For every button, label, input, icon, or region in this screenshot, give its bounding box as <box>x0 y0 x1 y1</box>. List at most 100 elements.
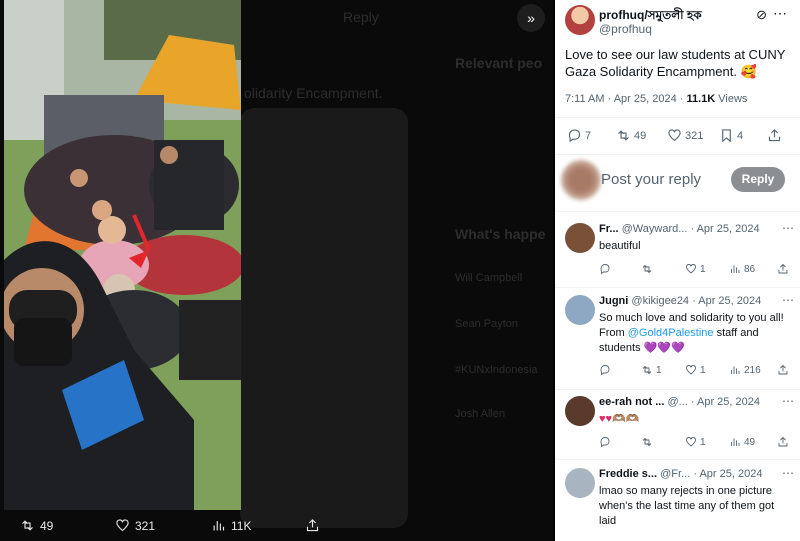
media-views-count: 11K <box>231 518 252 533</box>
like-action-button[interactable]: 1 <box>685 263 706 275</box>
bg-image-placeholder <box>240 108 408 528</box>
share-action-button[interactable] <box>767 128 782 143</box>
divider <box>555 389 800 390</box>
views-chart-icon <box>213 521 225 531</box>
current-user-avatar <box>561 160 601 200</box>
reply-text: lmao so many rejects in one picture when… <box>599 485 775 527</box>
reply-text: beautiful <box>599 240 641 252</box>
media-share-button[interactable] <box>305 518 320 533</box>
divider <box>555 459 800 460</box>
reply-author-handle[interactable]: @... <box>667 396 687 408</box>
reply-composer: Post your reply Reply <box>555 157 800 202</box>
more-options-icon[interactable]: ⋯ <box>782 293 794 307</box>
encampment-photo[interactable] <box>4 0 241 510</box>
heart-icon <box>116 519 129 532</box>
reply-icon <box>600 437 610 448</box>
reply-text: So much love and solidarity to you all! … <box>599 311 794 356</box>
reply-date[interactable]: · Apr 25, 2024 <box>690 223 759 235</box>
reply-author-name[interactable]: Freddie s... <box>599 468 657 480</box>
tweet-views-count: 11.1K <box>686 93 716 105</box>
more-options-icon[interactable]: ⋯ <box>782 466 794 480</box>
divider <box>555 154 800 155</box>
reply-input[interactable]: Post your reply <box>601 171 701 188</box>
tweet-panel: profhuq/সমুতলী হক @profhuq ⊘ ⋯ Love to s… <box>555 0 800 541</box>
avatar[interactable] <box>565 295 595 325</box>
reply-item[interactable]: Freddie s... @Fr... · Apr 25, 2024 ⋯ lma… <box>555 463 800 541</box>
reply-item[interactable]: Fr... @Wayward... · Apr 25, 2024 ⋯ beaut… <box>555 218 800 288</box>
like-count: 1 <box>700 364 706 376</box>
heart-icon <box>686 264 696 274</box>
views-chart-icon <box>731 438 740 446</box>
retweet-action-button[interactable]: 1 <box>641 364 662 376</box>
bookmark-count: 4 <box>737 129 744 142</box>
more-options-icon[interactable]: ⋯ <box>773 5 787 22</box>
reply-action-button[interactable] <box>599 364 611 376</box>
share-icon <box>306 519 319 532</box>
media-retweet-button[interactable]: 49 <box>20 518 53 533</box>
views-count: 49 <box>744 436 756 448</box>
reply-action-button[interactable] <box>599 263 611 275</box>
mention-link[interactable]: @Gold4Palestine <box>628 327 714 339</box>
share-action-button[interactable] <box>777 436 789 448</box>
bg-trend-4: Josh Allen <box>455 408 506 420</box>
like-action-button[interactable]: 1 <box>685 436 706 448</box>
avatar[interactable] <box>565 5 595 35</box>
reply-header: Jugni @kikigee24 · Apr 25, 2024 <box>599 295 795 307</box>
reply-action-button[interactable]: 7 <box>567 128 591 143</box>
views-button[interactable]: 49 <box>729 436 755 448</box>
reply-author-name[interactable]: Fr... <box>599 223 619 235</box>
views-button[interactable]: 216 <box>729 364 761 376</box>
more-options-icon[interactable]: ⋯ <box>782 394 794 408</box>
avatar[interactable] <box>565 223 595 253</box>
retweet-count: 49 <box>634 129 647 142</box>
retweet-action-button[interactable] <box>641 436 656 448</box>
reply-header: ee-rah not ... @... · Apr 25, 2024 <box>599 396 795 408</box>
reply-action-bar: 1 86 <box>599 263 795 277</box>
tweet-timestamp[interactable]: 7:11 AM · Apr 25, 2024 · <box>565 93 686 105</box>
reply-date[interactable]: · Apr 25, 2024 <box>692 295 761 307</box>
grok-icon[interactable]: ⊘ <box>756 7 767 23</box>
reply-item[interactable]: Jugni @kikigee24 · Apr 25, 2024 ⋯ So muc… <box>555 290 800 388</box>
like-count: 1 <box>700 263 706 275</box>
media-views-button[interactable]: 11K <box>211 518 251 533</box>
share-action-button[interactable] <box>777 263 789 275</box>
like-action-button[interactable]: 1 <box>685 364 706 376</box>
expand-panel-button[interactable]: » <box>517 4 545 32</box>
reply-action-bar: 1 49 <box>599 436 795 450</box>
divider <box>555 211 800 212</box>
reply-date[interactable]: · Apr 25, 2024 <box>691 396 760 408</box>
reply-date[interactable]: · Apr 25, 2024 <box>693 468 762 480</box>
author-handle[interactable]: @profhuq <box>599 22 652 36</box>
like-action-button[interactable]: 321 <box>667 128 703 143</box>
bg-relevant-heading: Relevant peo <box>455 55 543 71</box>
retweet-action-button[interactable] <box>641 263 656 275</box>
reply-author-name[interactable]: Jugni <box>599 295 628 307</box>
views-button[interactable]: 86 <box>729 263 755 275</box>
bookmark-icon <box>722 129 731 143</box>
retweet-icon <box>22 520 33 531</box>
media-like-count: 321 <box>135 518 156 533</box>
more-options-icon[interactable]: ⋯ <box>782 221 794 235</box>
reply-item[interactable]: ee-rah not ... @... · Apr 25, 2024 ⋯ ♥♥🫶… <box>555 391 800 459</box>
avatar[interactable] <box>565 396 595 426</box>
reply-author-handle[interactable]: @kikigee24 <box>631 295 689 307</box>
reply-author-name[interactable]: ee-rah not ... <box>599 396 664 408</box>
retweet-icon <box>642 365 652 375</box>
reply-action-button[interactable] <box>599 436 611 448</box>
reply-author-handle[interactable]: @Wayward... <box>622 223 688 235</box>
media-like-button[interactable]: 321 <box>115 518 155 533</box>
retweet-action-button[interactable]: 49 <box>616 128 646 143</box>
bookmark-action-button[interactable]: 4 <box>719 128 743 143</box>
tweet-action-bar: 7 49 321 4 <box>567 128 789 146</box>
share-action-button[interactable] <box>777 364 789 376</box>
avatar[interactable] <box>565 468 595 498</box>
heart-icon <box>668 129 681 142</box>
reply-author-handle[interactable]: @Fr... <box>660 468 690 480</box>
views-count: 216 <box>744 364 761 376</box>
reply-submit-button[interactable]: Reply <box>731 167 785 192</box>
bg-trend-2: Sean Payton <box>455 318 518 330</box>
media-viewer: Reply Relevant peo olidarity Encampment.… <box>0 0 553 541</box>
reply-icon <box>568 129 581 143</box>
retweet-icon <box>618 130 629 141</box>
share-icon <box>778 436 788 447</box>
